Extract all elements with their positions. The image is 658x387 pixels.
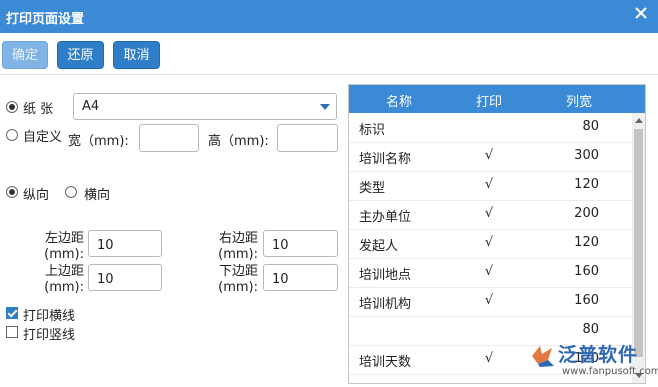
bottom-margin-label-text: 下边距 bbox=[218, 264, 258, 279]
top-margin-unit: (mm): bbox=[44, 280, 84, 295]
restore-button[interactable]: 还原 bbox=[57, 41, 104, 69]
header-print: 打印 bbox=[475, 95, 502, 110]
cell-width: 80 bbox=[582, 119, 599, 134]
landscape-label: 横向 bbox=[84, 188, 111, 203]
cell-name: 标识 bbox=[359, 123, 386, 138]
right-margin-label: 右边距 (mm): bbox=[196, 231, 258, 263]
paper-size-value: A4 bbox=[82, 99, 100, 114]
width-label: 宽（mm): bbox=[68, 134, 129, 149]
table-row[interactable]: 培训地点 √ 160 bbox=[349, 258, 632, 288]
cell-print: √ bbox=[484, 235, 494, 250]
column-settings-grid: 名称 打印 列宽 标识 80 培训名称 √ 300 类型 √ 120 主办单位 … bbox=[348, 84, 646, 384]
right-margin-input[interactable]: 10 bbox=[263, 230, 338, 257]
print-vertical-label: 打印竖线 bbox=[23, 328, 76, 343]
brand-url: www.fanpusoft.com bbox=[562, 366, 658, 377]
title-bar: 打印页面设置 bbox=[0, 0, 658, 33]
cancel-button[interactable]: 取消 bbox=[113, 41, 160, 69]
bottom-margin-input[interactable]: 10 bbox=[263, 264, 338, 291]
paper-size-radio[interactable] bbox=[6, 101, 18, 113]
right-margin-value: 10 bbox=[272, 238, 289, 253]
right-margin-unit: (mm): bbox=[218, 247, 258, 262]
left-margin-value: 10 bbox=[97, 238, 114, 253]
cell-width: 120 bbox=[574, 235, 599, 250]
header-name: 名称 bbox=[385, 95, 412, 110]
brand-name: 泛普软件 bbox=[558, 344, 639, 366]
bottom-margin-value: 10 bbox=[272, 272, 289, 287]
left-margin-label-text: 左边距 bbox=[44, 231, 84, 246]
confirm-button[interactable]: 确定 bbox=[2, 41, 48, 69]
table-row[interactable]: 类型 √ 120 bbox=[349, 171, 632, 201]
portrait-radio[interactable] bbox=[6, 186, 18, 198]
height-input[interactable] bbox=[277, 124, 338, 152]
cell-name: 培训地点 bbox=[359, 268, 412, 283]
brand-logo-icon bbox=[532, 346, 554, 367]
top-margin-input[interactable]: 10 bbox=[88, 264, 162, 291]
top-margin-label-text: 上边距 bbox=[44, 264, 84, 279]
cell-print: √ bbox=[484, 264, 494, 279]
top-margin-label: 上边距 (mm): bbox=[22, 264, 84, 296]
toolbar: 确定 还原 取消 bbox=[0, 33, 658, 75]
height-label: 高（mm): bbox=[208, 134, 269, 149]
header-width: 列宽 bbox=[565, 95, 592, 110]
grid-header: 名称 打印 列宽 bbox=[349, 85, 645, 113]
print-vertical-checkbox[interactable] bbox=[6, 326, 18, 338]
cell-name: 培训机构 bbox=[359, 297, 412, 312]
cell-name: 发起人 bbox=[359, 239, 399, 254]
cell-print: √ bbox=[484, 206, 494, 221]
cell-width: 160 bbox=[574, 293, 599, 308]
cell-width: 120 bbox=[574, 177, 599, 192]
cell-width: 200 bbox=[574, 206, 599, 221]
table-row[interactable]: 培训名称 √ 300 bbox=[349, 142, 632, 172]
custom-size-radio[interactable] bbox=[6, 129, 18, 141]
right-margin-label-text: 右边距 bbox=[218, 231, 258, 246]
left-margin-label: 左边距 (mm): bbox=[22, 231, 84, 263]
custom-size-label: 自定义 bbox=[23, 130, 63, 145]
cell-name: 主办单位 bbox=[359, 210, 412, 225]
left-margin-unit: (mm): bbox=[44, 247, 84, 262]
landscape-radio[interactable] bbox=[65, 186, 77, 198]
print-horizontal-checkbox[interactable] bbox=[6, 307, 18, 319]
cell-width: 80 bbox=[582, 322, 599, 337]
cell-width: 300 bbox=[574, 148, 599, 163]
cell-print: √ bbox=[484, 148, 494, 163]
bottom-margin-label: 下边距 (mm): bbox=[196, 264, 258, 296]
cell-print: √ bbox=[484, 177, 494, 192]
table-row[interactable]: 发起人 √ 120 bbox=[349, 229, 632, 259]
table-row[interactable]: 主办单位 √ 200 bbox=[349, 200, 632, 230]
table-row[interactable]: 培训机构 √ 160 bbox=[349, 287, 632, 317]
close-icon[interactable] bbox=[634, 6, 648, 20]
paper-size-label: 纸 张 bbox=[23, 102, 54, 117]
bottom-margin-unit: (mm): bbox=[218, 280, 258, 295]
print-horizontal-label: 打印横线 bbox=[23, 309, 76, 324]
top-margin-value: 10 bbox=[97, 272, 114, 287]
left-margin-input[interactable]: 10 bbox=[88, 230, 162, 257]
brand-watermark: 泛普软件 www.fanpusoft.com bbox=[528, 340, 658, 384]
cell-width: 160 bbox=[574, 264, 599, 279]
width-input[interactable] bbox=[139, 124, 199, 152]
scroll-up-icon[interactable] bbox=[635, 118, 643, 123]
cell-name: 类型 bbox=[359, 181, 386, 196]
table-row[interactable]: 标识 80 bbox=[349, 113, 632, 143]
cell-print: √ bbox=[484, 351, 494, 366]
cell-name: 培训名称 bbox=[359, 152, 412, 167]
portrait-label: 纵向 bbox=[23, 188, 50, 203]
paper-size-select[interactable]: A4 bbox=[73, 93, 337, 120]
chevron-down-icon bbox=[320, 104, 330, 110]
cell-print: √ bbox=[484, 293, 494, 308]
cell-name: 培训天数 bbox=[359, 355, 412, 370]
scrollbar-thumb[interactable] bbox=[634, 129, 643, 357]
window-title: 打印页面设置 bbox=[6, 12, 85, 27]
